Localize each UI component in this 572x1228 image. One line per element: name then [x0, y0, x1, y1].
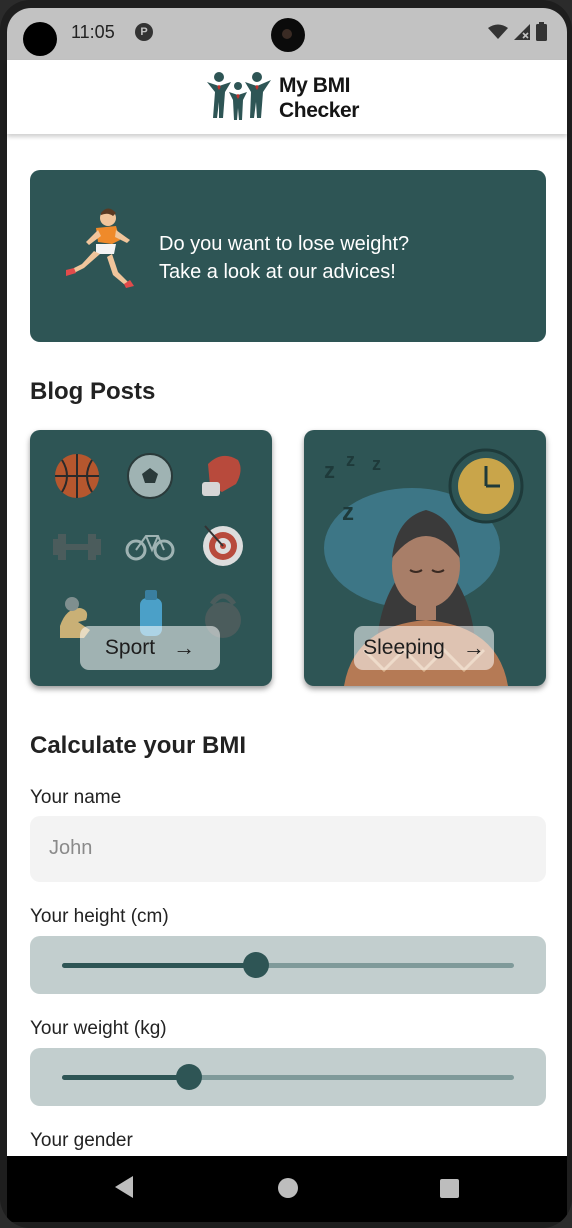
bmi-form-title: Calculate your BMI — [30, 732, 247, 759]
banner-text: Do you want to lose weight? Take a look … — [159, 230, 409, 286]
status-time: 11:05 — [71, 22, 115, 42]
app-title-line2: Checker — [279, 99, 360, 122]
sleeping-card-button[interactable]: Sleeping → — [354, 626, 494, 670]
app-notification-icon: P — [135, 23, 153, 41]
sport-card-label: Sport — [104, 636, 156, 659]
recents-icon[interactable] — [440, 1179, 459, 1198]
banner-line2: Take a look at our advices! — [159, 261, 396, 283]
height-slider[interactable] — [30, 936, 546, 994]
main-content[interactable]: Do you want to lose weight? Take a look … — [7, 134, 567, 1156]
blog-posts-title: Blog Posts — [30, 378, 156, 405]
svg-text:z: z — [324, 458, 335, 483]
weight-slider-thumb[interactable] — [175, 1064, 202, 1090]
sport-card[interactable]: Sport → — [30, 430, 272, 686]
battery-icon — [536, 22, 547, 41]
device-frame: 11:05 P My BMI Checker Do you want to lo… — [0, 0, 572, 1228]
signal-icon — [514, 23, 530, 40]
weight-label: Your weight (kg) — [30, 1018, 167, 1039]
home-icon[interactable] — [278, 1178, 298, 1198]
sleeping-card[interactable]: z z z z Sleeping → — [304, 430, 546, 686]
arrow-right-icon: → — [462, 635, 485, 660]
name-input-placeholder: John — [49, 837, 93, 859]
family-logo-icon — [207, 72, 271, 120]
weight-loss-banner[interactable]: Do you want to lose weight? Take a look … — [30, 170, 546, 342]
name-input[interactable]: John — [30, 816, 546, 882]
wifi-icon — [488, 24, 508, 39]
front-camera-icon — [23, 22, 57, 56]
runner-icon — [66, 208, 134, 288]
svg-text:z: z — [342, 499, 354, 526]
height-slider-track[interactable] — [62, 952, 514, 978]
gender-label: Your gender — [30, 1130, 133, 1151]
sleeping-card-label: Sleeping — [363, 636, 445, 659]
weight-slider-fill — [62, 1075, 189, 1080]
sport-card-button[interactable]: Sport → — [80, 626, 220, 670]
status-bar: 11:05 P — [7, 8, 567, 60]
weight-slider-track[interactable] — [62, 1064, 514, 1090]
height-slider-thumb[interactable] — [243, 952, 270, 978]
weight-slider[interactable] — [30, 1048, 546, 1106]
system-nav-bar — [7, 1156, 567, 1222]
svg-text:z: z — [346, 450, 355, 470]
arrow-right-icon: → — [173, 635, 196, 660]
app-title: My BMI Checker — [279, 73, 359, 123]
name-label: Your name — [30, 787, 122, 808]
back-icon[interactable] — [115, 1176, 133, 1198]
camera-icon — [271, 18, 305, 52]
app-bar: My BMI Checker — [7, 60, 567, 134]
banner-line1: Do you want to lose weight? — [159, 233, 410, 255]
app-title-line1: My BMI — [279, 74, 351, 97]
height-slider-fill — [62, 963, 257, 968]
height-label: Your height (cm) — [30, 906, 169, 927]
status-icons — [488, 22, 547, 41]
svg-text:z: z — [372, 454, 381, 474]
